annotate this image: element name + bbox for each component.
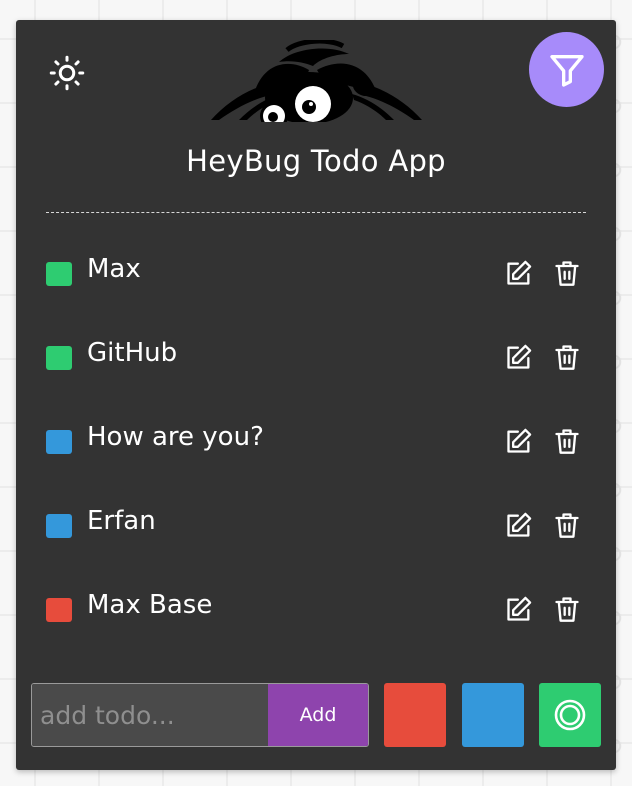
color-option-blue[interactable]	[462, 683, 524, 747]
todo-text: Max	[87, 254, 141, 284]
add-todo-form: Add	[31, 683, 369, 747]
edit-button[interactable]	[504, 594, 534, 624]
todo-item: Max Base	[16, 566, 616, 650]
delete-button[interactable]	[552, 594, 582, 624]
page-title: HeyBug Todo App	[186, 144, 446, 178]
add-button[interactable]: Add	[268, 684, 368, 746]
todo-color-indicator	[46, 262, 72, 286]
trash-icon	[555, 429, 579, 454]
filter-button[interactable]	[529, 32, 604, 107]
trash-icon	[555, 345, 579, 370]
filter-icon	[549, 54, 584, 87]
todo-list: Max GitHub How are you? Erfan Max Base	[16, 230, 616, 650]
sun-icon	[49, 55, 85, 91]
edit-icon	[507, 428, 532, 453]
delete-button[interactable]	[552, 426, 582, 456]
divider	[46, 212, 586, 213]
todo-item: Erfan	[16, 482, 616, 566]
delete-button[interactable]	[552, 510, 582, 540]
edit-icon	[507, 344, 532, 369]
edit-button[interactable]	[504, 342, 534, 372]
trash-icon	[555, 261, 579, 286]
edit-icon	[507, 596, 532, 621]
bug-logo-icon	[211, 40, 422, 122]
delete-button[interactable]	[552, 258, 582, 288]
selected-ring-icon	[554, 699, 586, 731]
add-todo-input[interactable]	[32, 684, 268, 746]
color-option-red[interactable]	[384, 683, 446, 747]
color-option-green[interactable]	[539, 683, 601, 747]
todo-item: How are you?	[16, 398, 616, 482]
todo-text: GitHub	[87, 338, 178, 368]
todo-color-indicator	[46, 514, 72, 538]
edit-icon	[507, 512, 532, 537]
todo-color-indicator	[46, 346, 72, 370]
trash-icon	[555, 513, 579, 538]
todo-text: Max Base	[87, 590, 213, 620]
edit-button[interactable]	[504, 510, 534, 540]
todo-color-indicator	[46, 598, 72, 622]
edit-button[interactable]	[504, 426, 534, 456]
edit-icon	[507, 260, 532, 285]
todo-item: Max	[16, 230, 616, 314]
todo-card: HeyBug Todo App Max GitHub How are you? …	[16, 20, 616, 770]
todo-text: How are you?	[87, 422, 264, 452]
todo-color-indicator	[46, 430, 72, 454]
edit-button[interactable]	[504, 258, 534, 288]
theme-toggle-button[interactable]	[48, 54, 86, 92]
todo-item: GitHub	[16, 314, 616, 398]
trash-icon	[555, 597, 579, 622]
todo-text: Erfan	[87, 506, 156, 536]
delete-button[interactable]	[552, 342, 582, 372]
